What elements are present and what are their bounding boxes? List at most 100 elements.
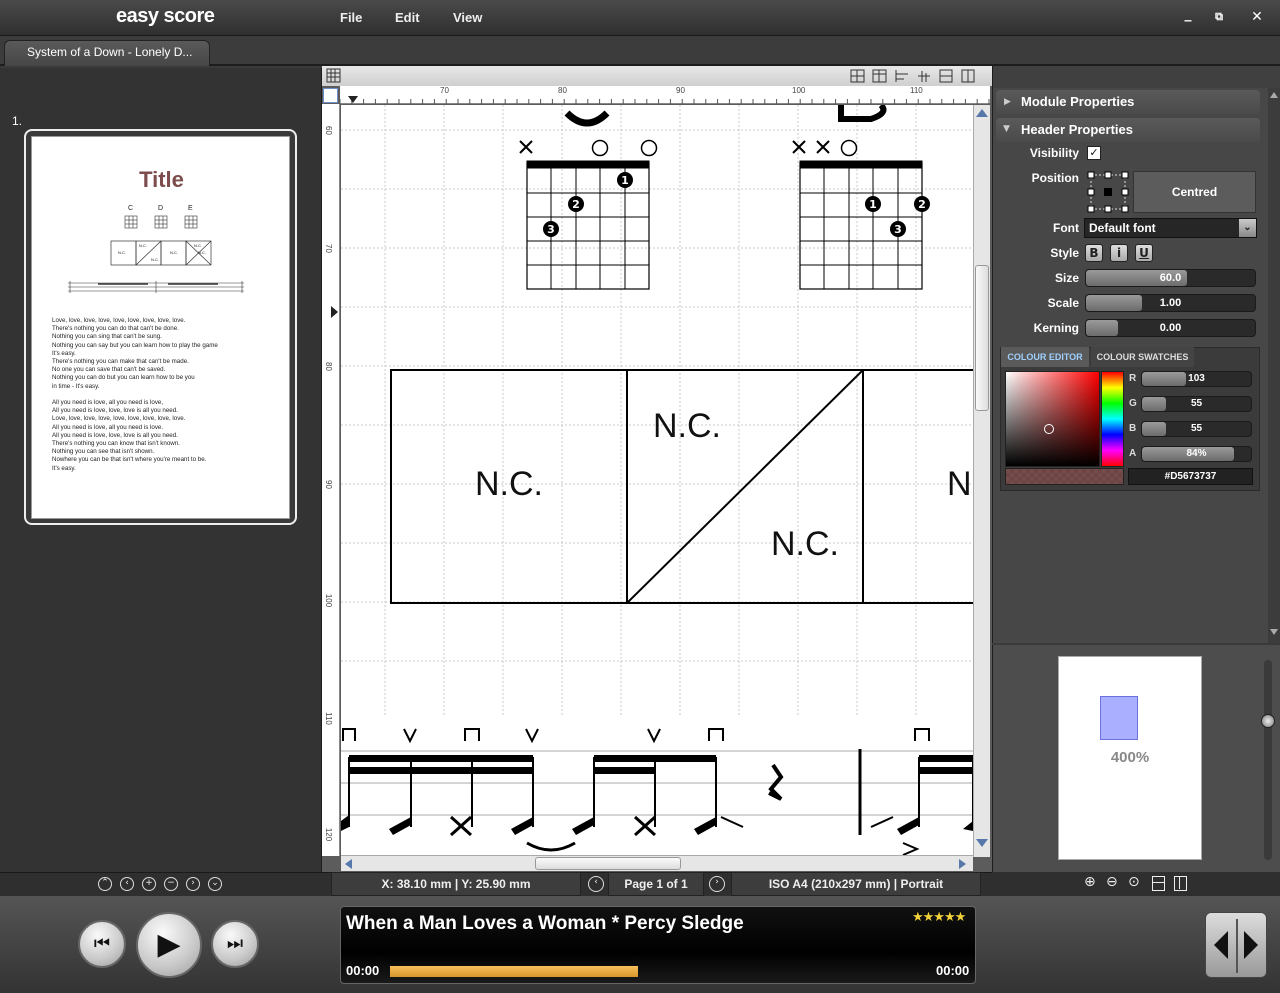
align-tools[interactable] (850, 68, 982, 84)
alpha-slider[interactable]: 84% (1141, 446, 1252, 462)
zoom-in-icon[interactable]: ⊕ (1084, 874, 1096, 890)
score-page[interactable]: 1 2 3 1 2 3 N.C. N.C. N.C. N (341, 105, 973, 855)
panel-toggle-button[interactable] (1205, 912, 1267, 978)
menu-file[interactable]: File (340, 10, 362, 25)
page-thumbnail[interactable]: Title C D E N.C. N.C. N.C. N.C. N.C. N.C… (31, 136, 290, 519)
collapsed-arrow-icon[interactable]: ▶ (1004, 97, 1011, 107)
seek-bar[interactable] (390, 966, 930, 977)
blue-slider[interactable]: 55 (1141, 421, 1252, 437)
menu-edit[interactable]: Edit (395, 10, 420, 25)
red-slider[interactable]: 103 (1141, 371, 1252, 387)
hue-slider[interactable] (1101, 371, 1124, 467)
scale-label: Scale (1047, 296, 1079, 310)
header-properties-header[interactable]: Header Properties (996, 118, 1260, 142)
next-page-icon[interactable]: › (709, 876, 725, 892)
rating-stars[interactable]: ★★★★★ (912, 910, 966, 925)
add-page-icon[interactable]: + (142, 877, 156, 891)
scroll-up-icon[interactable] (976, 109, 988, 117)
arrow-left-icon (1214, 931, 1228, 959)
zoom-slider-handle[interactable] (1261, 714, 1275, 728)
expanded-arrow-icon[interactable]: ▼ (1003, 124, 1010, 134)
prev-page-icon[interactable]: ‹ (588, 876, 604, 892)
thumb-lyrics: Love, love, love, love, love, love, love… (52, 317, 218, 472)
menu-view[interactable]: View (453, 10, 482, 25)
first-page-icon[interactable]: ⌃ (98, 877, 112, 891)
scroll-right-icon[interactable] (959, 859, 966, 869)
last-page-icon[interactable]: ⌄ (208, 877, 222, 891)
visibility-checkbox[interactable]: ✓ (1087, 146, 1101, 160)
tab-colour-swatches[interactable]: COLOUR SWATCHES (1091, 347, 1194, 367)
position-anchor-grid[interactable] (1087, 171, 1131, 213)
green-value: 55 (1190, 398, 1203, 409)
italic-button[interactable]: i (1110, 244, 1128, 262)
ruler-label: 110 (910, 86, 923, 95)
rewind-button[interactable]: ⏮ (78, 920, 126, 968)
module-properties-header[interactable]: Module Properties (996, 90, 1260, 114)
chevron-down-icon[interactable]: ⌄ (1239, 219, 1256, 237)
ruler-label: 90 (676, 86, 685, 95)
left-ruler[interactable]: 60 70 80 90 100 110 120 (322, 104, 340, 856)
thumb-chord-diagrams (124, 215, 198, 229)
green-slider[interactable]: 55 (1141, 396, 1252, 412)
font-select[interactable]: Default font ⌄ (1084, 218, 1257, 238)
chord-box-label: N.C. (771, 525, 839, 563)
size-slider[interactable]: 60.0 (1085, 269, 1256, 287)
channel-label: A (1129, 448, 1137, 459)
ruler-origin[interactable] (323, 88, 338, 103)
scroll-up-icon[interactable] (1270, 92, 1278, 98)
size-label: Size (1054, 271, 1079, 285)
channel-label: R (1129, 373, 1137, 384)
vertical-scroll-thumb[interactable] (975, 265, 989, 411)
swatch-fill (1006, 469, 1123, 484)
minimize-icon[interactable]: _ (1180, 6, 1196, 22)
divider (1236, 919, 1238, 973)
page-number: 1. (12, 114, 23, 128)
colour-picker-area[interactable] (1005, 371, 1100, 467)
tab-colour-editor[interactable]: COLOUR EDITOR (1001, 347, 1089, 367)
ruler-label: 100 (324, 593, 334, 608)
fast-forward-button[interactable]: ⏭ (211, 920, 259, 968)
horizontal-scrollbar[interactable] (341, 855, 973, 871)
zoom-slider-track[interactable] (1264, 660, 1272, 860)
thumb-box-text: N.C. (170, 250, 178, 255)
svg-text:1: 1 (869, 198, 877, 211)
bold-button[interactable]: B (1085, 244, 1103, 262)
document-tab[interactable]: System of a Down - Lonely D... (4, 40, 210, 66)
grid-icon[interactable] (326, 68, 342, 84)
zoom-fit-icon[interactable]: ⊙ (1128, 874, 1140, 890)
thumb-chord-label: E (188, 205, 193, 212)
next-icon[interactable]: › (186, 877, 200, 891)
paper-size: ISO A4 (210x297 mm) | Portrait (731, 872, 981, 896)
chord-box-label: N (947, 465, 972, 503)
colour-picker-handle[interactable] (1044, 424, 1054, 434)
properties-scrollbar[interactable] (1268, 88, 1280, 643)
play-button[interactable]: ▶ (136, 912, 202, 978)
margin-marker-icon[interactable] (331, 306, 338, 318)
scroll-down-icon[interactable] (976, 839, 988, 847)
zoom-out-icon[interactable]: ⊖ (1106, 874, 1118, 890)
vertical-scrollbar[interactable] (973, 105, 990, 857)
hex-input[interactable]: #D5673737 (1128, 468, 1253, 485)
restore-icon[interactable]: ⧉ (1211, 10, 1227, 24)
indent-marker-icon[interactable] (348, 96, 358, 103)
thumb-rhythm-staff (68, 281, 244, 293)
fit-page-icon[interactable] (1174, 876, 1187, 891)
previous-icon[interactable]: ‹ (120, 877, 134, 891)
scroll-down-icon[interactable] (1270, 629, 1278, 635)
underline-button[interactable]: U (1135, 244, 1153, 262)
size-value: 60.0 (1159, 272, 1182, 284)
remove-page-icon[interactable]: − (164, 877, 178, 891)
scroll-left-icon[interactable] (345, 859, 352, 869)
kerning-slider[interactable]: 0.00 (1085, 319, 1256, 337)
thumb-box-text: N.C. (198, 250, 206, 255)
score-content: 1 2 3 1 2 3 (341, 105, 973, 855)
channel-label: B (1129, 423, 1137, 434)
horizontal-scroll-thumb[interactable] (535, 857, 681, 870)
top-ruler[interactable]: 70 80 90 100 110 (340, 86, 990, 104)
viewport-indicator[interactable] (1100, 696, 1138, 740)
preview-page[interactable]: 400% (1058, 656, 1202, 860)
close-icon[interactable]: ✕ (1249, 9, 1265, 25)
slider-fill (1142, 422, 1166, 436)
scale-slider[interactable]: 1.00 (1085, 294, 1256, 312)
fit-width-icon[interactable] (1152, 876, 1165, 891)
